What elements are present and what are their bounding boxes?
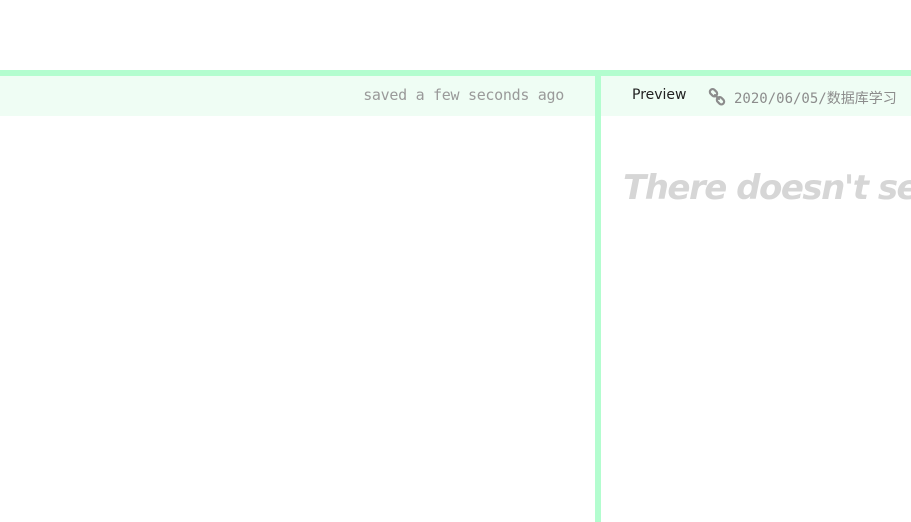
preview-label: Preview bbox=[632, 87, 687, 103]
markdown-editor[interactable] bbox=[0, 116, 595, 522]
permalink[interactable]: 2020/06/05/数据库学习 bbox=[734, 88, 897, 108]
link-icon[interactable] bbox=[708, 88, 726, 106]
editor-toolbar: saved a few seconds ago bbox=[0, 76, 595, 116]
top-spacer bbox=[0, 0, 911, 70]
save-status: saved a few seconds ago bbox=[363, 86, 564, 104]
preview-pane: There doesn't seem to be anything here y… bbox=[601, 116, 911, 522]
empty-preview-message: There doesn't seem to be anything here y… bbox=[623, 168, 911, 208]
preview-toolbar: Preview 2020/06/05/数据库学习 bbox=[601, 76, 911, 116]
